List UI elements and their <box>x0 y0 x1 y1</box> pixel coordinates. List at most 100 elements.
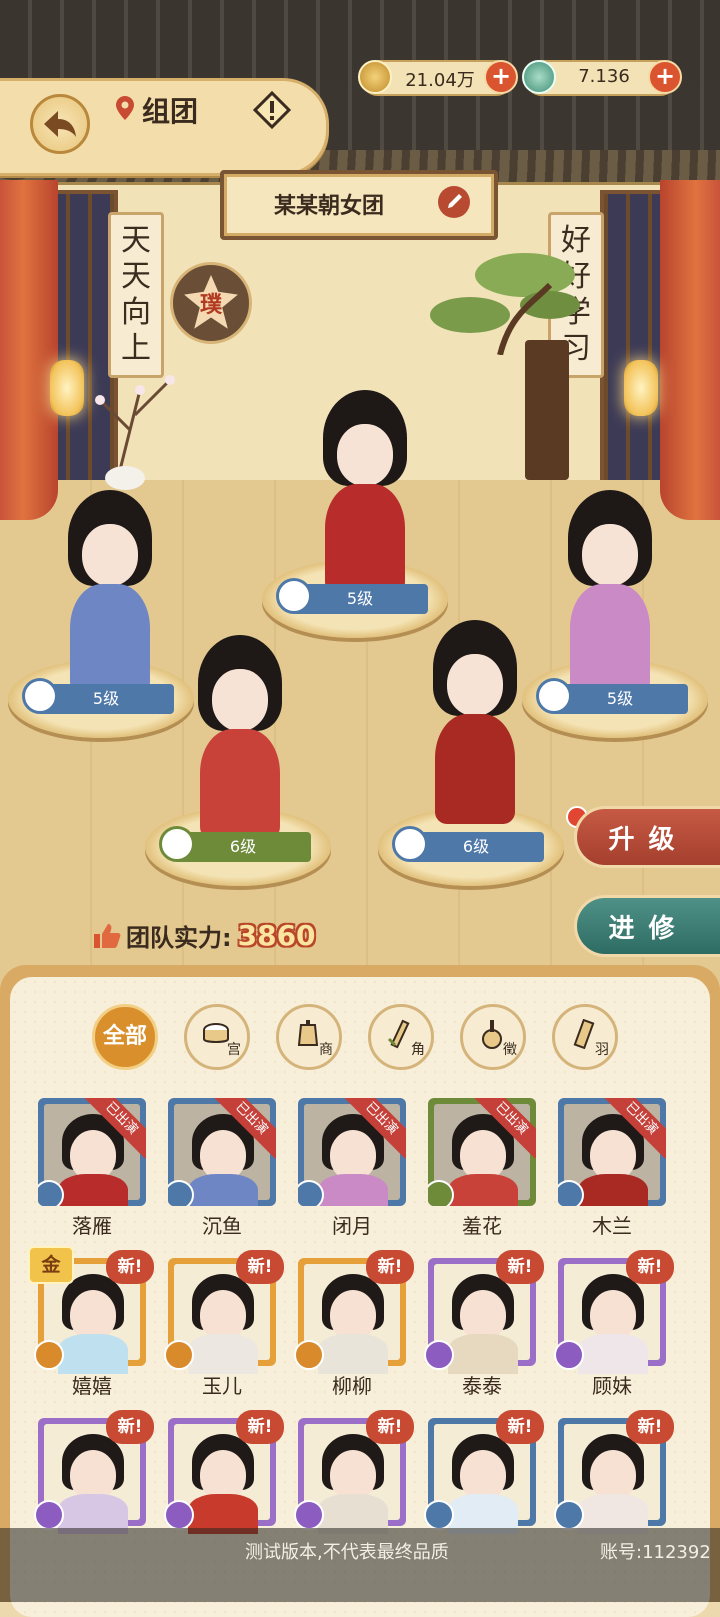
roster-card[interactable]: 新! <box>294 1410 414 1534</box>
character-name: 嬉嬉 <box>72 1374 112 1398</box>
filter-gong-label: 宫 <box>227 1042 241 1058</box>
emblem-text: 璞 <box>199 293 222 318</box>
roster-card[interactable]: 已出演 <box>558 1098 666 1206</box>
role-icon <box>392 826 428 862</box>
thumbs-up-icon <box>94 923 121 948</box>
roster-card[interactable]: 新! <box>164 1250 284 1374</box>
level-text: 5级 <box>92 689 120 708</box>
new-badge: 新! <box>106 1410 154 1444</box>
roster-card[interactable]: 新! <box>34 1410 154 1534</box>
gold-rank-tag: 金 <box>28 1246 74 1284</box>
team-emblem[interactable]: 璞 <box>170 262 252 344</box>
account-id: 账号:112392 <box>600 1542 711 1563</box>
level-tag: 6级 <box>159 826 311 862</box>
new-badge: 新! <box>626 1410 674 1444</box>
filter-all-tab[interactable]: 全部 <box>92 1004 158 1070</box>
role-badge-icon <box>34 1500 64 1530</box>
back-button[interactable] <box>30 94 90 154</box>
character-name: 羞花 <box>462 1214 502 1238</box>
level-text: 5级 <box>606 689 634 708</box>
back-arrow-icon <box>44 111 76 137</box>
new-badge: 新! <box>366 1250 414 1284</box>
filter-zhi-label: 徵 <box>503 1042 517 1058</box>
filter-zhi-tab[interactable]: 徵 <box>460 1004 526 1070</box>
curtain-left <box>0 180 58 520</box>
add-coin-button[interactable]: + <box>484 60 518 94</box>
add-jade-button[interactable]: + <box>648 60 682 94</box>
upgrade-button[interactable]: 升级 <box>574 806 720 868</box>
role-badge-icon <box>554 1340 584 1370</box>
level-tag: 5级 <box>22 678 174 714</box>
curtain-right <box>660 180 720 520</box>
roster-card[interactable]: 新! 金 <box>28 1246 154 1374</box>
jade-value: 7.136 <box>578 66 630 87</box>
roster-card[interactable]: 新! <box>164 1410 284 1534</box>
character-name: 沉鱼 <box>202 1214 242 1238</box>
team-power: 团队实力: 3860 <box>92 918 316 953</box>
roster-card[interactable]: 已出演 <box>168 1098 276 1206</box>
train-button[interactable]: 进修 <box>574 895 720 957</box>
new-badge: 新! <box>496 1410 544 1444</box>
scroll-left-text: 天天向上 <box>121 223 151 366</box>
roster-card[interactable]: 新! <box>424 1410 544 1534</box>
character-name: 泰泰 <box>462 1374 502 1398</box>
character-figure <box>50 480 170 700</box>
role-icon <box>536 678 572 714</box>
role-badge-icon <box>424 1500 454 1530</box>
role-icon <box>276 578 312 614</box>
character-name: 落雁 <box>72 1214 112 1238</box>
location-pin-icon <box>116 96 134 120</box>
roster-card[interactable]: 新! <box>424 1250 544 1374</box>
character-name: 闭月 <box>332 1214 372 1238</box>
roster-card[interactable]: 新! <box>554 1410 674 1534</box>
character-figure <box>415 610 535 830</box>
role-badge-icon <box>164 1500 194 1530</box>
role-badge-icon <box>34 1340 64 1370</box>
character-figure <box>180 625 300 845</box>
bonsai-tree <box>430 253 580 355</box>
coin-counter: 21.04万 + <box>358 60 518 96</box>
page-title: 组团 <box>142 95 199 128</box>
filter-yu-tab[interactable]: 羽 <box>552 1004 618 1070</box>
level-text: 6级 <box>462 837 490 856</box>
filter-yu-label: 羽 <box>595 1042 609 1058</box>
roster-card[interactable]: 新! <box>294 1250 414 1374</box>
roster-card[interactable]: 已出演 <box>298 1098 406 1206</box>
new-badge: 新! <box>236 1250 284 1284</box>
character-name: 木兰 <box>592 1214 632 1238</box>
help-info-icon[interactable] <box>252 90 292 130</box>
rename-button[interactable] <box>438 186 470 218</box>
jade-icon <box>522 60 556 94</box>
filter-gong-tab[interactable]: 宫 <box>184 1004 250 1070</box>
role-badge-icon <box>294 1340 324 1370</box>
role-icon <box>22 678 58 714</box>
level-text: 5级 <box>346 589 374 608</box>
role-badge-icon <box>554 1500 584 1530</box>
new-badge: 新! <box>236 1410 284 1444</box>
team-power-value: 3860 <box>237 919 316 952</box>
coin-value: 21.04万 <box>405 70 475 91</box>
role-badge-icon <box>164 1340 194 1370</box>
new-badge: 新! <box>496 1250 544 1284</box>
team-name: 某某朝女团 <box>273 194 384 219</box>
level-tag: 5级 <box>536 678 688 714</box>
new-badge: 新! <box>626 1250 674 1284</box>
filter-shang-tab[interactable]: 商 <box>276 1004 342 1070</box>
roster-card[interactable]: 已出演 <box>428 1098 536 1206</box>
roster-card[interactable]: 已出演 <box>38 1098 146 1206</box>
level-tag: 5级 <box>276 578 428 614</box>
filter-jue-tab[interactable]: 角 <box>368 1004 434 1070</box>
role-icon <box>159 826 195 862</box>
lantern-right <box>624 360 658 416</box>
plant-stand <box>525 340 569 480</box>
roster-card[interactable]: 新! <box>554 1250 674 1374</box>
scroll-left: 天天向上 <box>108 212 164 378</box>
character-name: 柳柳 <box>332 1374 372 1398</box>
new-badge: 新! <box>106 1250 154 1284</box>
role-badge-icon <box>294 1500 324 1530</box>
character-name: 玉儿 <box>202 1374 242 1398</box>
role-badge-icon <box>424 1340 454 1370</box>
filter-jue-label: 角 <box>411 1042 425 1058</box>
level-tag: 6级 <box>392 826 544 862</box>
character-name: 顾妹 <box>592 1374 632 1398</box>
